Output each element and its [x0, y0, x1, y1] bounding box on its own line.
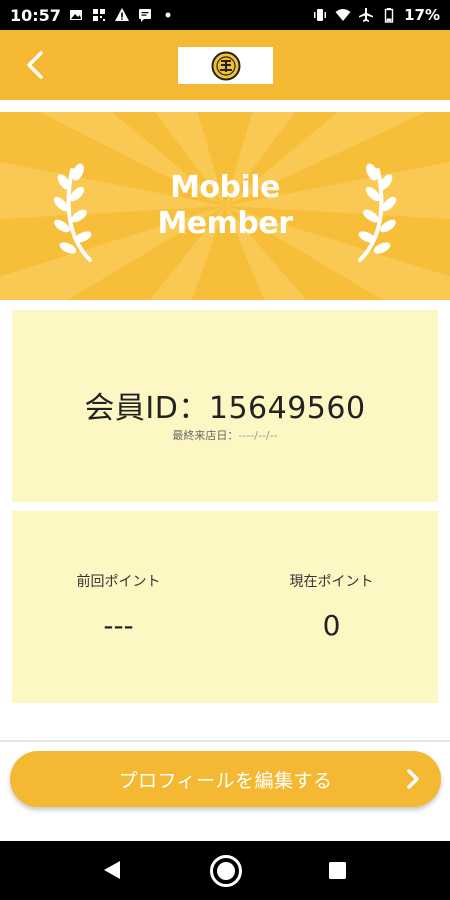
member-id-card: 会員ID：15649560 最終来店日：----/--/-- [12, 310, 438, 502]
warning-icon [114, 7, 130, 23]
banner-title-line1: Mobile [170, 170, 280, 205]
brand-logo [178, 47, 273, 84]
current-points-value: 0 [322, 609, 341, 642]
back-button[interactable] [20, 48, 50, 82]
status-right: 17% [312, 6, 440, 24]
wifi-icon [335, 7, 351, 23]
last-visit-line: 最終来店日：----/--/-- [12, 427, 438, 443]
banner-title-line2: Member [157, 206, 293, 241]
divider [0, 740, 450, 742]
chevron-right-icon [407, 769, 419, 789]
member-id-line: 会員ID：15649560 [12, 383, 438, 427]
dot-icon [160, 7, 176, 23]
chevron-left-icon [27, 51, 43, 79]
laurel-icon [358, 163, 397, 262]
message-icon [137, 7, 153, 23]
current-points: 現在ポイント 0 [225, 571, 438, 642]
nav-home-icon[interactable] [209, 854, 243, 888]
brand-logo-icon [211, 51, 240, 80]
qr-icon [91, 7, 107, 23]
battery-percent: 17% [404, 6, 440, 24]
status-left: 10:57 [10, 6, 176, 25]
member-banner: Mobile Member [0, 112, 450, 300]
banner-title: Mobile Member [100, 170, 350, 242]
edit-profile-label: プロフィールを編集する [118, 769, 333, 792]
member-id-value: 15649560 [208, 391, 366, 426]
image-icon [68, 7, 84, 23]
app-header [0, 30, 450, 100]
last-visit-value: ----/--/-- [238, 429, 278, 442]
header-gap [0, 100, 450, 112]
previous-points-label: 前回ポイント [76, 574, 161, 590]
airplane-icon [358, 7, 374, 23]
previous-points-value: --- [103, 609, 134, 642]
vibrate-icon [312, 7, 328, 23]
status-time: 10:57 [10, 5, 61, 25]
previous-points: 前回ポイント --- [12, 571, 225, 642]
status-bar: 10:57 17% [0, 0, 450, 30]
member-id-label: 会員ID： [84, 391, 209, 426]
last-visit-label: 最終来店日： [172, 429, 239, 442]
battery-icon [381, 7, 397, 23]
edit-profile-button[interactable]: プロフィールを編集する [10, 751, 441, 807]
system-nav-bar [0, 841, 450, 900]
laurel-icon [53, 163, 92, 262]
current-points-label: 現在ポイント [289, 574, 374, 590]
nav-back-icon[interactable] [100, 858, 124, 882]
nav-recents-icon[interactable] [329, 862, 346, 879]
points-card: 前回ポイント --- 現在ポイント 0 [12, 511, 438, 703]
